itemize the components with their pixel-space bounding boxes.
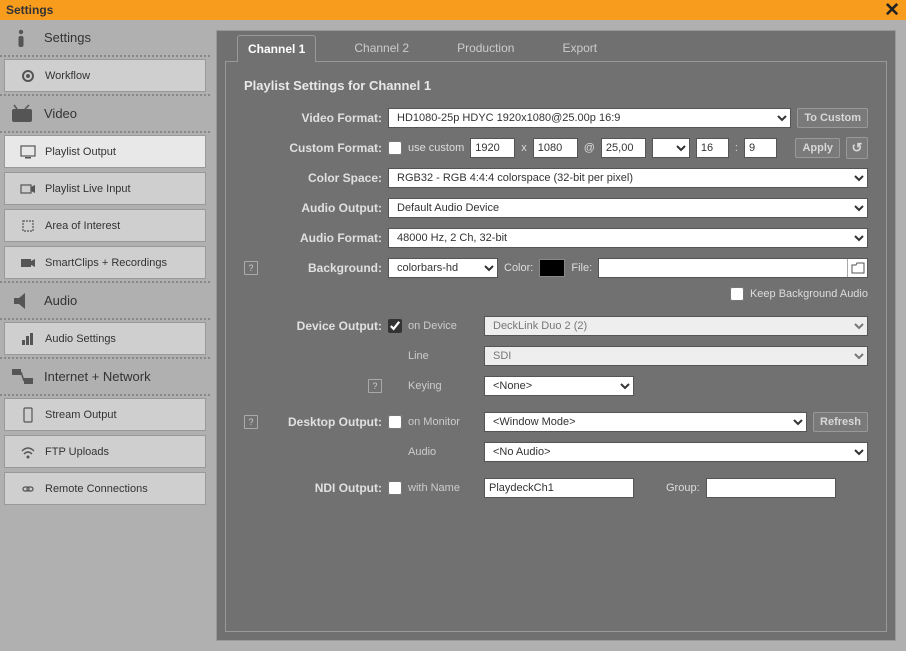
use-custom-checkbox[interactable] — [388, 141, 402, 155]
on-device-checkbox[interactable] — [388, 319, 402, 333]
sidebar-header-inet: Internet + Network — [0, 359, 210, 394]
video-format-select[interactable]: HD1080-25p HDYC 1920x1080@25.00p 16:9 — [388, 108, 791, 128]
sidebar-item-playlist-live[interactable]: Playlist Live Input — [4, 172, 206, 205]
label-keying: Keying — [408, 380, 478, 392]
tv-icon — [10, 102, 36, 126]
on-monitor-checkbox[interactable] — [388, 415, 402, 429]
custom-ar2-input[interactable] — [744, 138, 777, 158]
info-icon — [10, 26, 36, 50]
sidebar-item-remote[interactable]: Remote Connections — [4, 472, 206, 505]
sidebar-header-video: Video — [0, 96, 210, 131]
label-audio-format: Audio Format: — [262, 231, 382, 245]
sidebar-item-audio-settings[interactable]: Audio Settings — [4, 322, 206, 355]
sidebar-item-smartclips[interactable]: SmartClips + Recordings — [4, 246, 206, 279]
phone-icon — [19, 406, 37, 424]
wifi-icon — [19, 443, 37, 461]
speaker-icon — [10, 289, 36, 313]
panel-title: Playlist Settings for Channel 1 — [244, 78, 868, 93]
ndi-with-name-checkbox[interactable] — [388, 481, 402, 495]
window-title: Settings — [6, 3, 53, 17]
device-select[interactable]: DeckLink Duo 2 (2) — [484, 316, 868, 336]
bars-icon — [19, 330, 37, 348]
sidebar-header-settings: Settings — [0, 20, 210, 55]
sidebar-header-audio: Audio — [0, 283, 210, 318]
color-swatch[interactable] — [539, 259, 565, 277]
help-icon[interactable]: ? — [368, 379, 382, 393]
line-select[interactable]: SDI — [484, 346, 868, 366]
sidebar-item-stream-output[interactable]: Stream Output — [4, 398, 206, 431]
label-device-output: Device Output: — [262, 319, 382, 333]
label-use-custom: use custom — [408, 142, 464, 154]
ndi-name-input[interactable] — [484, 478, 634, 498]
help-icon[interactable]: ? — [244, 415, 258, 429]
tab-production[interactable]: Production — [447, 35, 524, 61]
label-keep-bg-audio: Keep Background Audio — [750, 288, 868, 300]
label-color: Color: — [504, 262, 533, 274]
label-ndi-output: NDI Output: — [262, 481, 382, 495]
keying-select[interactable]: <None> — [484, 376, 634, 396]
custom-scan-select[interactable]: p — [652, 138, 690, 158]
label-custom-format: Custom Format: — [262, 141, 382, 155]
tab-export[interactable]: Export — [552, 35, 607, 61]
tab-channel-1[interactable]: Channel 1 — [237, 35, 316, 62]
network-icon — [10, 365, 36, 389]
label-on-monitor: on Monitor — [408, 416, 478, 428]
sidebar-item-aoi[interactable]: Area of Interest — [4, 209, 206, 242]
label-audio-output: Audio Output: — [262, 201, 382, 215]
main-panel: Channel 1 Channel 2 Production Export Pl… — [216, 30, 896, 641]
label-background: Background: — [262, 261, 382, 275]
to-custom-button[interactable]: To Custom — [797, 108, 868, 128]
label-group: Group: — [666, 482, 700, 494]
audio-format-select[interactable]: 48000 Hz, 2 Ch, 32-bit — [388, 228, 868, 248]
gear-icon — [19, 67, 37, 85]
label-color-space: Color Space: — [262, 171, 382, 185]
crop-icon — [19, 217, 37, 235]
background-file-input[interactable] — [599, 259, 847, 277]
ndi-group-input[interactable] — [706, 478, 836, 498]
color-space-select[interactable]: RGB32 - RGB 4:4:4 colorspace (32-bit per… — [388, 168, 868, 188]
monitor-audio-select[interactable]: <No Audio> — [484, 442, 868, 462]
refresh-button[interactable]: Refresh — [813, 412, 868, 432]
custom-ar1-input[interactable] — [696, 138, 729, 158]
camera-icon — [19, 180, 37, 198]
tab-channel-2[interactable]: Channel 2 — [344, 35, 419, 61]
keep-bg-audio-checkbox[interactable] — [730, 287, 744, 301]
custom-height-input[interactable] — [533, 138, 578, 158]
sidebar-item-playlist-output[interactable]: Playlist Output — [4, 135, 206, 168]
sidebar-item-ftp[interactable]: FTP Uploads — [4, 435, 206, 468]
label-with-name: with Name — [408, 482, 478, 494]
label-video-format: Video Format: — [262, 111, 382, 125]
monitor-icon — [19, 143, 37, 161]
label-audio: Audio — [408, 446, 478, 458]
apply-button[interactable]: Apply — [795, 138, 840, 158]
help-icon[interactable]: ? — [244, 261, 258, 275]
link-icon — [19, 480, 37, 498]
background-select[interactable]: colorbars-hd — [388, 258, 498, 278]
titlebar: Settings ✕ — [0, 0, 906, 20]
custom-rate-input[interactable] — [601, 138, 646, 158]
close-icon[interactable]: ✕ — [884, 0, 900, 22]
label-line: Line — [408, 350, 478, 362]
sidebar-item-workflow[interactable]: Workflow — [4, 59, 206, 92]
sidebar: Settings Workflow Video Playlist Output … — [0, 20, 210, 651]
folder-icon[interactable] — [847, 259, 867, 277]
custom-width-input[interactable] — [470, 138, 515, 158]
monitor-select[interactable]: <Window Mode> — [484, 412, 807, 432]
label-on-device: on Device — [408, 320, 478, 332]
label-file: File: — [571, 262, 592, 274]
record-icon — [19, 254, 37, 272]
revert-button[interactable]: ↺ — [846, 137, 868, 159]
label-desktop-output: Desktop Output: — [262, 415, 382, 429]
audio-output-select[interactable]: Default Audio Device — [388, 198, 868, 218]
